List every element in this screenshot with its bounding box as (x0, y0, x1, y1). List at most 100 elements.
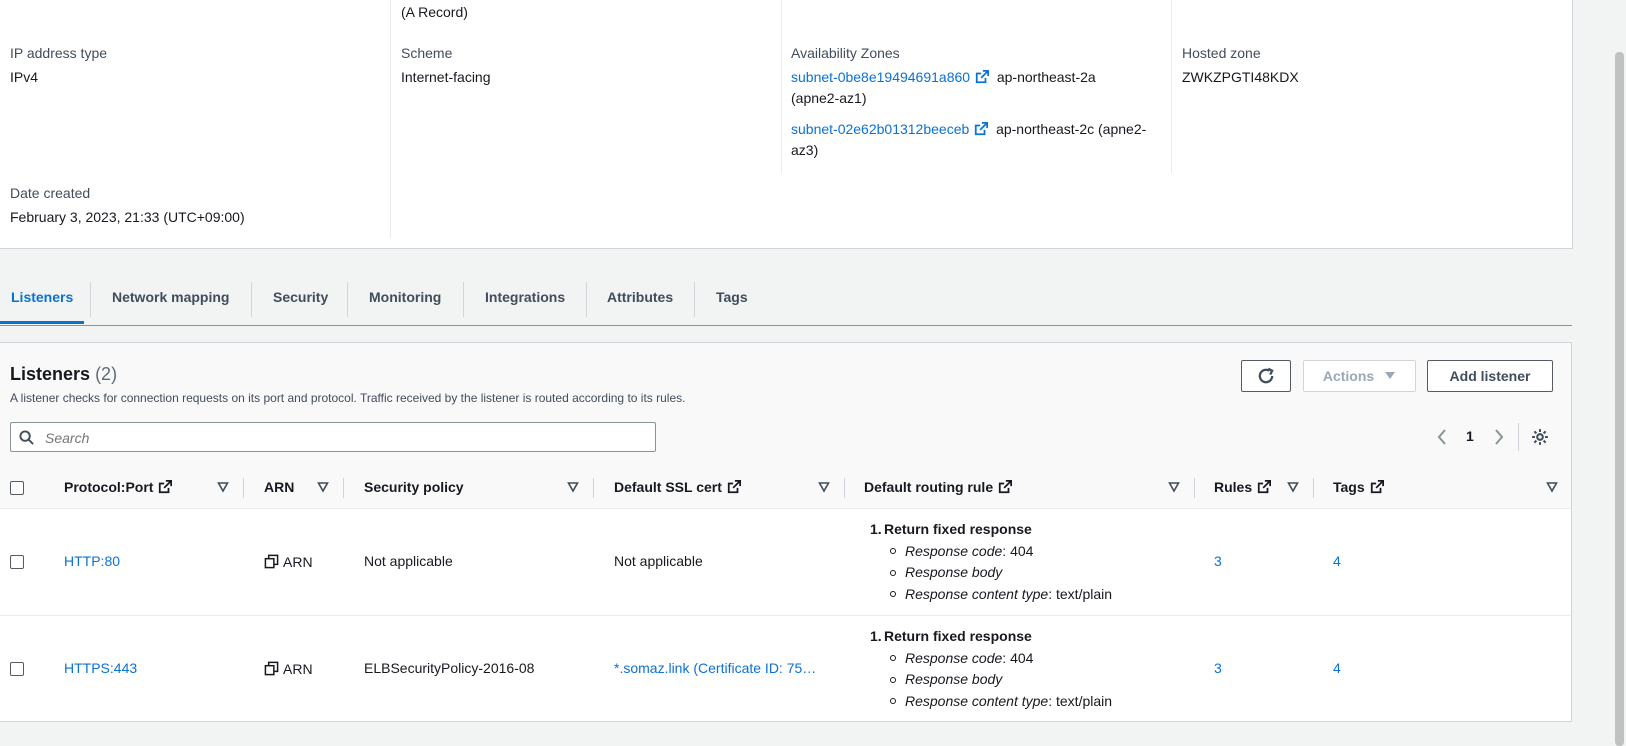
column-divider (593, 478, 594, 498)
column-label: Default SSL cert (614, 479, 722, 495)
row-checkbox[interactable] (10, 662, 24, 676)
scrollbar-thumb[interactable] (1615, 52, 1624, 746)
rule-detail: Response content type: text/plain (890, 584, 1112, 606)
rule-detail-value: : 404 (1002, 649, 1034, 666)
rule-detail-value: : 404 (1002, 542, 1034, 559)
external-link-icon (159, 480, 173, 494)
chevron-right-icon[interactable] (1493, 429, 1505, 445)
rule-detail-label: Response content type (905, 585, 1049, 602)
column-tags[interactable]: Tags (1333, 467, 1384, 507)
subnet-link[interactable]: subnet-0be8e19494691a860 (791, 69, 970, 85)
column-divider (844, 478, 845, 498)
sort-icon[interactable] (1287, 480, 1299, 494)
rule-action-text: Return fixed response (884, 628, 1032, 644)
tab-divider (90, 282, 91, 317)
column-divider (343, 478, 344, 498)
subnet-link[interactable]: subnet-02e62b01312beeceb (791, 121, 969, 137)
external-link-icon (727, 480, 741, 494)
column-label: Tags (1333, 479, 1365, 495)
tags-count-link[interactable]: 4 (1333, 551, 1341, 571)
row-checkbox[interactable] (10, 555, 24, 569)
column-label: Default routing rule (864, 479, 994, 495)
arn-copy[interactable]: ARN (264, 659, 313, 679)
column-default-ssl-cert[interactable]: Default SSL cert (614, 467, 741, 507)
ssl-cert: Not applicable (614, 553, 703, 569)
chevron-left-icon[interactable] (1436, 429, 1448, 445)
security-policy: Not applicable (364, 553, 453, 569)
details-panel: (A Record) IP address type IPv4 Scheme I… (0, 0, 1573, 249)
tab-security[interactable]: Security (273, 276, 328, 324)
tab-attributes[interactable]: Attributes (607, 276, 673, 324)
rule-detail: Response body (890, 562, 1112, 584)
scheme-label: Scheme (401, 45, 453, 61)
copy-icon (264, 554, 279, 569)
column-default-routing-rule[interactable]: Default routing rule (864, 467, 1013, 507)
search-input[interactable] (43, 426, 647, 450)
routing-rule: 1. Return fixed response Response code: 4… (870, 519, 1112, 606)
tab-listeners[interactable]: Listeners (0, 276, 85, 324)
hosted-zone-value: ZWKZPGTI48KDX (1182, 69, 1299, 85)
sort-icon[interactable] (217, 480, 229, 494)
sort-icon[interactable] (818, 480, 830, 494)
arn-copy[interactable]: ARN (264, 552, 313, 572)
routing-rule: 1. Return fixed response Response code: 4… (870, 626, 1112, 713)
column-protocol-port[interactable]: Protocol:Port (64, 467, 173, 507)
zone-name: ap-northeast-2a (996, 69, 1096, 85)
column-rules[interactable]: Rules (1214, 467, 1272, 507)
column-security-policy[interactable]: Security policy (364, 467, 464, 507)
rule-detail: Response code: 404 (890, 648, 1112, 670)
sort-icon[interactable] (317, 480, 329, 494)
column-label: Protocol:Port (64, 479, 154, 495)
refresh-button[interactable] (1241, 360, 1291, 392)
tab-divider (347, 282, 348, 317)
column-divider (390, 0, 391, 238)
availability-zone-entry: subnet-0be8e19494691a860 ap-northeast-2a… (791, 67, 1171, 109)
add-listener-button[interactable]: Add listener (1427, 360, 1553, 392)
sort-icon[interactable] (1168, 480, 1180, 494)
rule-action: 1. Return fixed response (870, 521, 1032, 537)
table-row: HTTP:80 ARN Not applicable Not applicabl… (0, 509, 1571, 615)
listeners-container: Listeners (2) A listener checks for conn… (0, 342, 1572, 722)
bullet-icon (890, 698, 896, 705)
arn-label: ARN (283, 661, 313, 677)
bullet-icon (890, 655, 896, 662)
tags-count-link[interactable]: 4 (1333, 658, 1341, 678)
hosted-zone-label: Hosted zone (1182, 45, 1261, 61)
page-number[interactable]: 1 (1466, 428, 1474, 444)
tab-divider (251, 282, 252, 317)
sort-icon[interactable] (567, 480, 579, 494)
external-link-icon (975, 70, 990, 84)
actions-button[interactable]: Actions (1303, 360, 1416, 392)
sort-icon[interactable] (1546, 480, 1558, 494)
rule-detail-value: : text/plain (1048, 585, 1113, 602)
listeners-count: (2) (95, 364, 118, 384)
date-created-value: February 3, 2023, 21:33 (UTC+09:00) (10, 209, 245, 225)
actions-label: Actions (1322, 368, 1375, 384)
rule-detail: Response content type: text/plain (890, 691, 1112, 713)
ssl-cert-link[interactable]: *.somaz.link (Certificate ID: 75… (614, 658, 816, 678)
protocol-port-link[interactable]: HTTP:80 (64, 551, 120, 571)
bullet-icon (890, 676, 896, 683)
rules-count-link[interactable]: 3 (1214, 551, 1222, 571)
security-policy: ELBSecurityPolicy-2016-08 (364, 660, 535, 676)
tab-integrations[interactable]: Integrations (485, 276, 565, 324)
gear-icon[interactable] (1531, 428, 1549, 446)
external-link-icon (1370, 480, 1384, 494)
copy-icon (264, 661, 279, 676)
rules-count-link[interactable]: 3 (1214, 658, 1222, 678)
column-arn[interactable]: ARN (264, 467, 294, 507)
bullet-icon (890, 569, 896, 576)
tab-bar: Listeners Network mapping Security Monit… (0, 276, 1572, 326)
rule-detail-label: Response code (905, 542, 1003, 559)
bullet-icon (890, 591, 896, 598)
date-created-label: Date created (10, 185, 91, 201)
protocol-port-link[interactable]: HTTPS:443 (64, 658, 137, 678)
rule-detail-label: Response body (905, 564, 1003, 580)
tab-monitoring[interactable]: Monitoring (369, 276, 441, 324)
scheme-value: Internet-facing (401, 69, 491, 85)
tab-tags[interactable]: Tags (716, 276, 748, 324)
column-divider (243, 478, 244, 498)
select-all-checkbox[interactable] (10, 481, 24, 495)
tab-network-mapping[interactable]: Network mapping (112, 276, 229, 324)
dns-record-suffix: (A Record) (401, 4, 468, 20)
